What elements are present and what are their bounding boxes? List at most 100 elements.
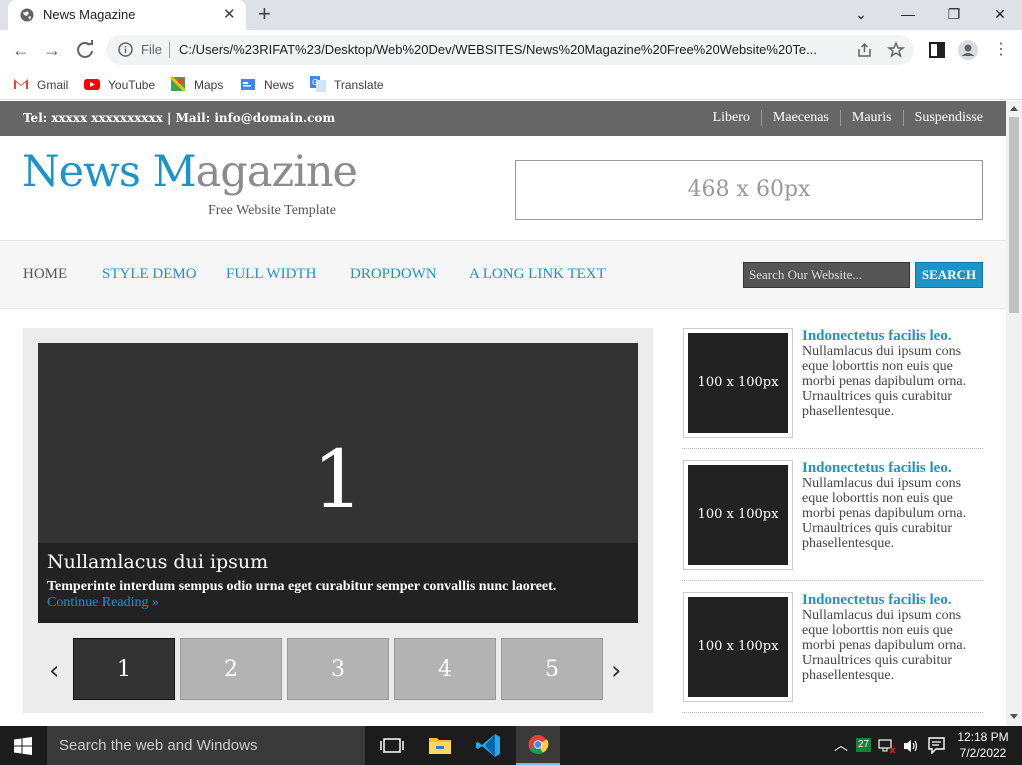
address-scheme: File xyxy=(141,42,162,57)
logo-part-2: agazine xyxy=(195,147,358,197)
nav-style-demo[interactable]: STYLE DEMO xyxy=(102,266,197,283)
browser-tab-strip: News Magazine ✕ + ⌄ — ❐ ✕ xyxy=(0,0,1022,30)
clock-time: 12:18 PM xyxy=(957,730,1009,744)
nav-long-link[interactable]: A LONG LINK TEXT xyxy=(469,266,606,283)
slider-thumb-4[interactable]: 4 xyxy=(394,638,496,700)
slider-thumb-5[interactable]: 5 xyxy=(501,638,603,700)
translate-icon: G xyxy=(310,76,326,92)
post-image-placeholder: 100 x 100px xyxy=(688,597,788,697)
scroll-down-icon[interactable] xyxy=(1010,714,1018,719)
svg-text:G: G xyxy=(312,78,318,87)
address-bar[interactable]: File C:/Users/%23RIFAT%23/Desktop/Web%20… xyxy=(106,35,914,65)
restore-button[interactable]: ❐ xyxy=(934,0,974,30)
bookmark-youtube[interactable]: YouTube xyxy=(84,75,155,95)
bookmark-label: YouTube xyxy=(108,78,156,92)
post-title[interactable]: Indonectetus facilis leo. xyxy=(802,592,952,609)
back-arrow-icon[interactable]: ← xyxy=(10,39,32,61)
list-item: 100 x 100px Indonectetus facilis leo. Nu… xyxy=(682,592,983,713)
browser-toolbar: ← → File C:/Users/%23RIFAT%23/Desktop/We… xyxy=(0,30,1022,70)
bookmark-gmail[interactable]: Gmail xyxy=(13,75,68,95)
windows-taskbar: Search the web and Windows ︿ 27 12:18 PM… xyxy=(0,726,1022,765)
bookmark-label: Maps xyxy=(194,78,224,92)
site-search-input[interactable] xyxy=(743,262,910,288)
tray-badge[interactable]: 27 xyxy=(856,738,871,752)
caption-title: Nullamlacus dui ipsum xyxy=(47,551,269,573)
top-links: Libero Maecenas Mauris Suspendisse xyxy=(702,110,983,126)
vscode-icon[interactable] xyxy=(467,726,511,765)
reload-icon[interactable] xyxy=(75,40,95,60)
file-explorer-icon[interactable] xyxy=(418,726,462,765)
tab-search-icon[interactable]: ⌄ xyxy=(841,0,881,30)
top-link-maecenas[interactable]: Maecenas xyxy=(760,110,840,126)
share-icon[interactable] xyxy=(856,41,874,59)
bookmark-label: News xyxy=(264,78,295,92)
site-search-button[interactable]: SEARCH xyxy=(915,262,983,288)
info-icon[interactable] xyxy=(118,42,133,57)
top-link-libero[interactable]: Libero xyxy=(702,110,761,126)
more-menu-icon[interactable]: ⋮ xyxy=(990,39,1012,61)
post-image-placeholder: 100 x 100px xyxy=(688,465,788,565)
task-view-icon[interactable] xyxy=(370,726,414,765)
nav-dropdown[interactable]: DROPDOWN xyxy=(350,266,437,283)
post-image-placeholder: 100 x 100px xyxy=(688,333,788,433)
new-tab-button[interactable]: + xyxy=(258,2,271,26)
caption-text: Temperinte interdum sempus odio urna ege… xyxy=(47,579,557,594)
scrollbar-thumb[interactable] xyxy=(1009,117,1019,313)
bookmark-news[interactable]: News xyxy=(240,75,294,95)
logo-part-1: News M xyxy=(22,147,197,197)
taskbar-search[interactable]: Search the web and Windows xyxy=(47,726,365,765)
post-thumbnail[interactable]: 100 x 100px xyxy=(683,460,793,570)
post-title[interactable]: Indonectetus facilis leo. xyxy=(802,328,952,345)
side-panel-icon[interactable] xyxy=(928,41,946,59)
bookmark-label: Translate xyxy=(334,78,384,92)
slider-thumb-2[interactable]: 2 xyxy=(180,638,282,700)
slide-caption: Nullamlacus dui ipsum Temperinte interdu… xyxy=(38,543,638,623)
page-viewport: Tel: xxxxx xxxxxxxxxx | Mail: info@domai… xyxy=(0,101,1006,726)
taskbar-clock[interactable]: 12:18 PM 7/2/2022 xyxy=(950,729,1016,761)
logo-tagline: Free Website Template xyxy=(208,203,337,218)
tray-chevron-up-icon[interactable]: ︿ xyxy=(834,726,848,765)
profile-avatar-icon[interactable] xyxy=(958,40,978,60)
page-scrollbar[interactable] xyxy=(1006,101,1022,726)
slider-thumb-1[interactable]: 1 xyxy=(73,638,175,700)
notifications-icon[interactable] xyxy=(928,737,945,754)
close-window-button[interactable]: ✕ xyxy=(980,0,1020,30)
bookmark-star-icon[interactable] xyxy=(887,41,905,59)
continue-reading-link[interactable]: Continue Reading » xyxy=(47,595,629,611)
youtube-icon xyxy=(84,79,100,90)
post-excerpt: Nullamlacus dui ipsum cons eque lobortti… xyxy=(802,608,967,683)
post-title[interactable]: Indonectetus facilis leo. xyxy=(802,460,952,477)
windows-start-icon[interactable] xyxy=(14,737,32,755)
slider-thumbnails: 1 2 3 4 5 xyxy=(73,638,603,700)
minimize-button[interactable]: — xyxy=(888,0,928,30)
forward-arrow-icon[interactable]: → xyxy=(41,39,63,61)
post-thumbnail[interactable]: 100 x 100px xyxy=(683,328,793,438)
volume-icon[interactable] xyxy=(902,738,920,754)
slider-next-arrow[interactable]: › xyxy=(611,656,621,686)
slider-prev-arrow[interactable]: ‹ xyxy=(49,656,59,686)
chrome-icon[interactable] xyxy=(516,726,560,765)
bookmarks-bar: Gmail YouTube Maps News G Translate xyxy=(0,70,1022,100)
top-link-mauris[interactable]: Mauris xyxy=(839,110,903,126)
close-tab-icon[interactable]: ✕ xyxy=(223,5,236,23)
slide[interactable]: 1 Nullamlacus dui ipsum Temperinte inter… xyxy=(38,343,638,623)
bookmark-label: Gmail xyxy=(37,78,69,92)
clock-date: 7/2/2022 xyxy=(959,746,1007,760)
bookmark-translate[interactable]: G Translate xyxy=(310,75,384,95)
network-icon[interactable] xyxy=(878,738,896,754)
nav-full-width[interactable]: FULL WIDTH xyxy=(226,266,316,283)
top-link-suspendisse[interactable]: Suspendisse xyxy=(902,110,983,126)
nav-home[interactable]: HOME xyxy=(23,266,67,283)
post-excerpt: Nullamlacus dui ipsum cons eque lobortti… xyxy=(802,476,967,551)
slide-number: 1 xyxy=(312,433,364,526)
post-thumbnail[interactable]: 100 x 100px xyxy=(683,592,793,702)
slider-thumb-3[interactable]: 3 xyxy=(287,638,389,700)
list-item: 100 x 100px Indonectetus facilis leo. Nu… xyxy=(682,328,983,449)
site-topbar: Tel: xxxxx xxxxxxxxxx | Mail: info@domai… xyxy=(0,101,1006,136)
browser-tab[interactable]: News Magazine ✕ xyxy=(8,0,246,30)
site-logo[interactable]: News Magazine xyxy=(22,147,358,197)
address-url[interactable]: C:/Users/%23RIFAT%23/Desktop/Web%20Dev/W… xyxy=(179,42,839,57)
bookmark-maps[interactable]: Maps xyxy=(170,75,223,95)
banner-ad[interactable]: 468 x 60px xyxy=(515,160,983,220)
scroll-up-icon[interactable] xyxy=(1010,106,1018,111)
